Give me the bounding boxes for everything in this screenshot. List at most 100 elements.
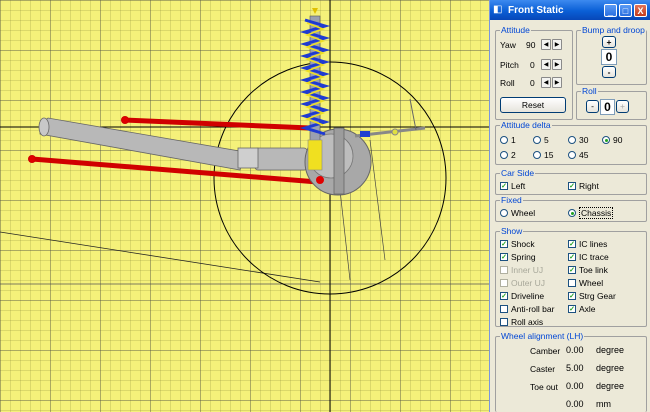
toe-mm-unit: mm [596, 399, 611, 409]
window-title: Front Static [508, 4, 564, 16]
show-shock-label: Shock [511, 239, 535, 249]
ic-trace-line [339, 189, 351, 281]
pitch-decrease-button[interactable]: ◀ [541, 59, 551, 70]
toe-link [354, 98, 426, 138]
pitch-increase-button[interactable]: ▶ [552, 59, 562, 70]
delta-90-label: 90 [613, 135, 623, 145]
close-button[interactable]: X [634, 3, 647, 17]
fixed-wheel-radio[interactable] [500, 209, 508, 217]
toe-out-value: 0.00 [566, 381, 584, 391]
show-inner-uj-checkbox[interactable] [500, 266, 508, 274]
delta-2-radio[interactable] [500, 151, 508, 159]
yaw-increase-button[interactable]: ▶ [552, 39, 562, 50]
roll-attitude-label: Roll [500, 78, 515, 88]
delta-15-label: 15 [544, 150, 554, 160]
roll-minus-button[interactable]: - [586, 100, 599, 113]
bump-minus-button[interactable]: - [602, 66, 616, 78]
minimize-button[interactable]: _ [604, 3, 617, 17]
shock-spring [299, 8, 331, 171]
ic-line [0, 231, 321, 283]
show-wheel-label: Wheel [579, 278, 604, 288]
show-wheel-checkbox[interactable] [568, 279, 576, 287]
show-label: Show [500, 226, 524, 236]
bump-plus-button[interactable]: + [602, 36, 616, 48]
pitch-value: 0 [530, 60, 535, 70]
roll-value: 0 [600, 99, 615, 115]
attitude-delta-label: Attitude delta [500, 120, 552, 130]
show-driveline-checkbox[interactable]: ✓ [500, 292, 508, 300]
right-side-checkbox[interactable]: ✓ [568, 182, 576, 190]
show-outer-uj-checkbox[interactable] [500, 279, 508, 287]
roll-group-label: Roll [581, 86, 598, 96]
roll-increase-button[interactable]: ▶ [552, 77, 562, 88]
fixed-label: Fixed [500, 195, 523, 205]
suspension-3d-viewport[interactable] [0, 0, 489, 412]
toe-out-unit: degree [596, 381, 625, 391]
delta-90-radio[interactable] [602, 136, 610, 144]
show-anti-roll-bar-label: Anti-roll bar [511, 304, 555, 314]
delta-5-label: 5 [544, 135, 549, 145]
fixed-chassis-radio[interactable] [568, 209, 576, 217]
show-ic-trace-label: IC trace [579, 252, 609, 262]
toe-out-label: Toe out [530, 382, 558, 392]
show-axle-checkbox[interactable]: ✓ [568, 305, 576, 313]
delta-30-radio[interactable] [568, 136, 576, 144]
show-outer-uj-label: Outer UJ [511, 278, 546, 288]
wheel-alignment-group: Wheel alignment (LH) Camber 0.00 degree … [495, 331, 647, 412]
roll-decrease-button[interactable]: ◀ [541, 77, 551, 88]
car-side-group: Car Side ✓ Left ✓ Right [495, 168, 647, 195]
title-bar[interactable]: ◧ Front Static _ □ X [490, 0, 650, 20]
show-strg-gear-label: Strg Gear [579, 291, 616, 301]
caster-value: 5.00 [566, 363, 584, 373]
suspension-drawing [0, 0, 489, 412]
show-driveline-label: Driveline [511, 291, 545, 301]
show-roll-axis-checkbox[interactable] [500, 318, 508, 326]
left-side-checkbox[interactable]: ✓ [500, 182, 508, 190]
camber-label: Camber [530, 346, 561, 356]
toe-mm-value: 0.00 [566, 399, 584, 409]
show-toe-link-checkbox[interactable]: ✓ [568, 266, 576, 274]
ic-trace-line-2 [369, 139, 386, 261]
fixed-wheel-label: Wheel [511, 208, 536, 218]
yaw-decrease-button[interactable]: ◀ [541, 39, 551, 50]
reset-button[interactable]: Reset [500, 97, 566, 113]
delta-15-radio[interactable] [533, 151, 541, 159]
attitude-group: Attitude Yaw 90 ◀ ▶ Pitch 0 ◀ ▶ Roll 0 ◀… [495, 25, 573, 120]
show-spring-checkbox[interactable]: ✓ [500, 253, 508, 261]
caster-label: Caster [530, 364, 556, 374]
roll-attitude-value: 0 [530, 78, 535, 88]
app-icon: ◧ [493, 4, 503, 15]
show-ic-lines-checkbox[interactable]: ✓ [568, 240, 576, 248]
attitude-group-label: Attitude [500, 25, 531, 35]
caster-unit: degree [596, 363, 625, 373]
show-group: Show ✓ Shock ✓ Spring Inner UJ Outer UJ ✓ Drive… [495, 226, 647, 327]
bump-value: 0 [601, 49, 617, 65]
yaw-label: Yaw [500, 40, 516, 50]
bump-droop-group: Bump and droop + 0 - [576, 25, 647, 85]
delta-1-radio[interactable] [500, 136, 508, 144]
bump-droop-label: Bump and droop [581, 25, 646, 35]
delta-1-label: 1 [511, 135, 516, 145]
show-shock-checkbox[interactable]: ✓ [500, 240, 508, 248]
show-roll-axis-label: Roll axis [511, 317, 544, 327]
pitch-label: Pitch [500, 60, 519, 70]
roll-plus-button[interactable]: + [616, 100, 629, 113]
show-strg-gear-checkbox[interactable]: ✓ [568, 292, 576, 300]
delta-45-radio[interactable] [568, 151, 576, 159]
maximize-button[interactable]: □ [619, 3, 632, 17]
show-inner-uj-label: Inner UJ [511, 265, 544, 275]
delta-2-label: 2 [511, 150, 516, 160]
camber-value: 0.00 [566, 345, 584, 355]
upper-control-arm [121, 116, 311, 131]
fixed-group: Fixed Wheel Chassis [495, 195, 647, 222]
show-spring-label: Spring [511, 252, 536, 262]
front-static-panel: ◧ Front Static _ □ X Attitude Yaw 90 ◀ ▶… [489, 0, 650, 412]
show-ic-trace-checkbox[interactable]: ✓ [568, 253, 576, 261]
yaw-value: 90 [526, 40, 536, 50]
roll-group: Roll - 0 + [576, 86, 647, 120]
wheel-alignment-label: Wheel alignment (LH) [500, 331, 585, 341]
delta-30-label: 30 [579, 135, 589, 145]
car-side-label: Car Side [500, 168, 536, 178]
delta-5-radio[interactable] [533, 136, 541, 144]
show-anti-roll-bar-checkbox[interactable] [500, 305, 508, 313]
